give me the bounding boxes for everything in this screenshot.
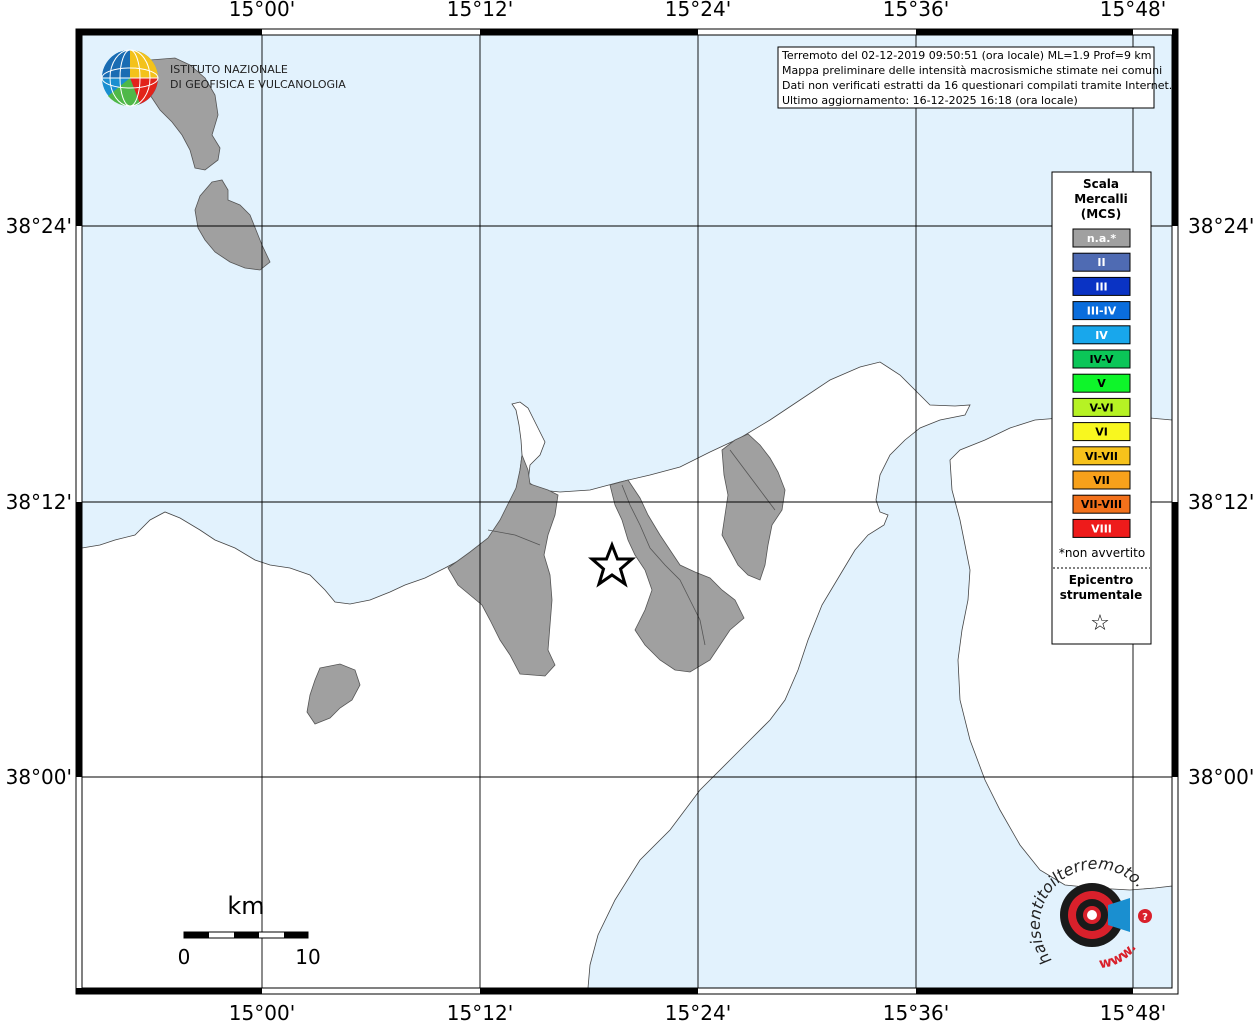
tick-labels-left: 38°24' 38°12' 38°00' (6, 214, 72, 789)
epicenter-legend-star-icon: ☆ (1090, 611, 1110, 636)
logo-line-1: ISTITUTO NAZIONALE (170, 63, 288, 76)
info-line-4: Ultimo aggiornamento: 16-12-2025 16:18 (… (782, 94, 1078, 107)
macroseismic-map: 15°00' 15°12' 15°24' 15°36' 15°48' 15°00… (0, 0, 1254, 1024)
tick-top-5: 15°48' (1100, 0, 1166, 21)
tick-top-4: 15°36' (883, 0, 949, 21)
legend-label: VII-VIII (1081, 498, 1122, 511)
tick-top-3: 15°24' (665, 0, 731, 21)
info-line-1: Terremoto del 02-12-2019 09:50:51 (ora l… (781, 49, 1152, 62)
question-icon: ? (1142, 912, 1148, 923)
info-line-2: Mappa preliminare delle intensità macros… (782, 64, 1162, 77)
tick-bottom-2: 15°12' (447, 1001, 513, 1024)
scale-label-0: 0 (178, 945, 191, 969)
tick-left-1: 38°24' (6, 214, 72, 238)
legend-label: VIII (1091, 522, 1112, 535)
tick-labels-right: 38°24' 38°12' 38°00' (1188, 214, 1254, 789)
legend-label: IV (1095, 329, 1108, 342)
tick-bottom-4: 15°36' (883, 1001, 949, 1024)
info-line-3: Dati non verificati estratti da 16 quest… (782, 79, 1172, 92)
legend-label: V-VI (1089, 401, 1113, 414)
tick-bottom-3: 15°24' (665, 1001, 731, 1024)
tick-right-1: 38°24' (1188, 214, 1254, 238)
globe-icon (101, 49, 159, 107)
legend-label: n.a.* (1087, 232, 1117, 245)
legend-label: IV-V (1089, 353, 1114, 366)
logo-line-2: DI GEOFISICA E VULCANOLOGIA (170, 78, 346, 91)
tick-left-3: 38°00' (6, 765, 72, 789)
legend-label: VII (1093, 474, 1110, 487)
legend-title-1: Scala (1083, 177, 1119, 191)
tick-top-1: 15°00' (229, 0, 295, 21)
legend: Scala Mercalli (MCS) n.a.*IIIIIIII-IVIVI… (1051, 171, 1152, 645)
legend-label: V (1097, 377, 1106, 390)
legend-title-3: (MCS) (1081, 207, 1122, 221)
epicenter-label-1: Epicentro (1069, 573, 1134, 587)
not-felt-note: *non avvertito (1059, 546, 1145, 560)
tick-top-2: 15°12' (447, 0, 513, 21)
scale-label-10: 10 (295, 945, 320, 969)
tick-labels-top: 15°00' 15°12' 15°24' 15°36' 15°48' (229, 0, 1166, 21)
tick-right-3: 38°00' (1188, 765, 1254, 789)
legend-label: VI (1095, 426, 1108, 439)
scale-unit: km (227, 892, 264, 920)
legend-label: II (1097, 256, 1105, 269)
tick-labels-bottom: 15°00' 15°12' 15°24' 15°36' 15°48' (229, 1001, 1166, 1024)
legend-label: III (1095, 280, 1107, 293)
legend-title-2: Mercalli (1074, 192, 1128, 206)
tick-left-2: 38°12' (6, 490, 72, 514)
epicenter-label-2: strumentale (1060, 588, 1143, 602)
legend-label: III-IV (1087, 305, 1117, 318)
info-box: Terremoto del 02-12-2019 09:50:51 (ora l… (777, 46, 1172, 109)
tick-bottom-5: 15°48' (1100, 1001, 1166, 1024)
tick-bottom-1: 15°00' (229, 1001, 295, 1024)
legend-label: VI-VII (1085, 450, 1118, 463)
tick-right-2: 38°12' (1188, 490, 1254, 514)
